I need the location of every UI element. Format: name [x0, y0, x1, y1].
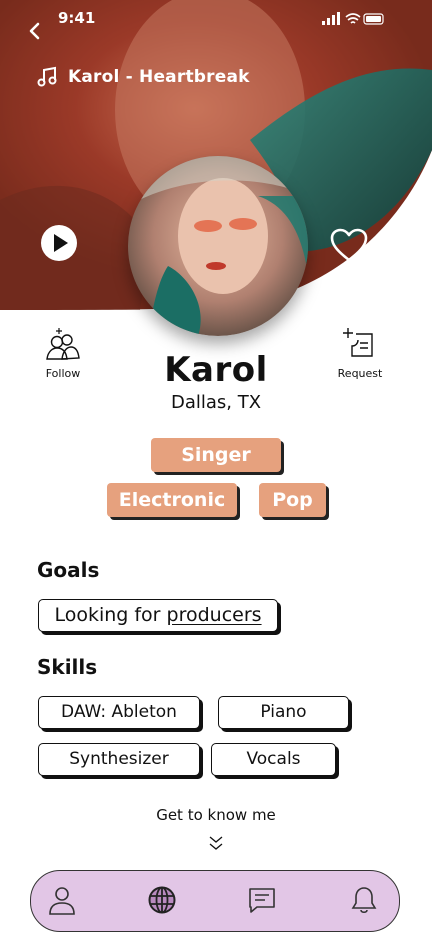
music-note-icon [37, 66, 57, 87]
chat-icon[interactable] [247, 885, 277, 915]
goals-heading: Goals [37, 558, 100, 582]
bottom-nav [30, 870, 400, 932]
globe-icon[interactable] [147, 885, 177, 915]
play-icon[interactable] [40, 224, 78, 262]
status-icons [322, 12, 384, 25]
tag-electronic[interactable]: Electronic [107, 483, 237, 517]
skill-chip[interactable]: Synthesizer [38, 743, 200, 776]
skill-chip[interactable]: Piano [218, 696, 349, 729]
track-title: Karol - Heartbreak [68, 67, 250, 87]
goal-chip[interactable]: Looking for producers [38, 599, 278, 632]
goal-link[interactable]: producers [167, 604, 262, 626]
chevron-double-down-icon[interactable] [207, 834, 225, 852]
now-playing[interactable]: Karol - Heartbreak [36, 66, 250, 88]
skill-chip[interactable]: Vocals [211, 743, 336, 776]
profile-location: Dallas, TX [170, 392, 262, 413]
heart-icon[interactable] [330, 228, 368, 264]
tag-singer[interactable]: Singer [151, 438, 281, 472]
status-time: 9:41 [58, 9, 96, 27]
profile-avatar [128, 156, 308, 336]
goal-text: Looking for [54, 604, 167, 626]
profile-icon[interactable] [47, 885, 77, 915]
back-arrow-icon[interactable] [24, 20, 46, 42]
status-bar: 9:41 [0, 0, 432, 36]
get-to-know-me-link[interactable]: Get to know me [0, 806, 432, 824]
tag-pop[interactable]: Pop [259, 483, 326, 517]
skill-chip[interactable]: DAW: Ableton [38, 696, 200, 729]
skills-heading: Skills [37, 655, 98, 679]
profile-name: Karol [164, 350, 268, 390]
bell-icon[interactable] [349, 885, 379, 915]
